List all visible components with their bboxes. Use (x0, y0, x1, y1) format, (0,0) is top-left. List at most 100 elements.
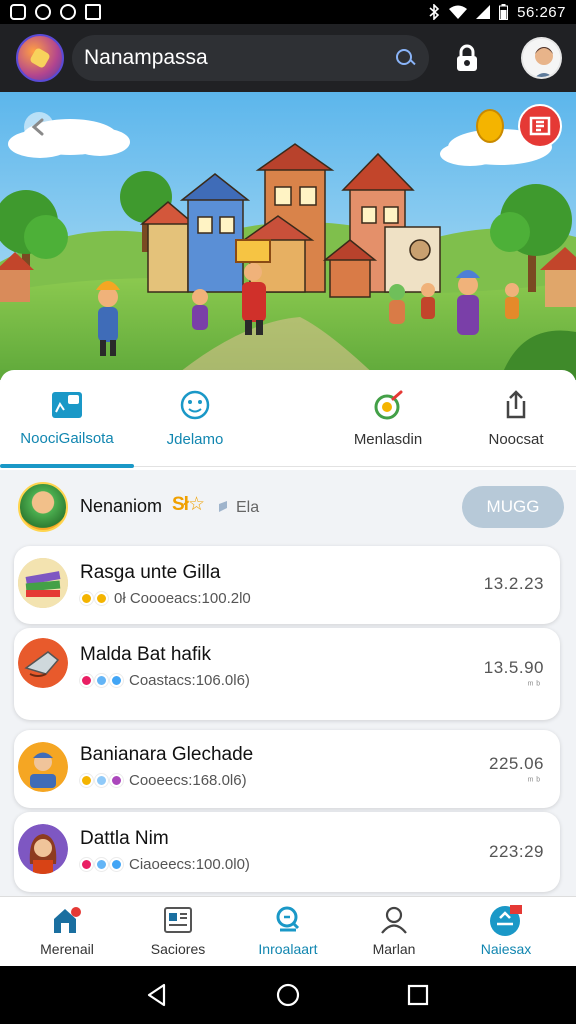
tab-divider (134, 466, 576, 467)
search-icon[interactable] (395, 48, 415, 68)
battery-icon (499, 4, 509, 20)
list-item[interactable]: Malda Bat hafik Coastacs:106.0l6) 13.5.9… (14, 628, 560, 720)
list-item-subtitle: Coastacs:106.0l6) (80, 672, 250, 689)
recents-icon[interactable] (405, 982, 431, 1008)
tabs-card: NoociGailsota Jdelamo Menlasdin Noocsat (0, 370, 576, 470)
tab-notes[interactable]: NoociGailsota (0, 370, 134, 466)
tab-share[interactable]: Noocsat (456, 370, 576, 466)
list-item[interactable]: Dattla Nim Ciaoeecs:100.0l0) 223:29 (14, 812, 560, 892)
user-name: Nenaniom (80, 496, 163, 516)
list-item-note: ᵐ ᵇ (527, 776, 540, 787)
nav-label: Marlan (372, 941, 416, 957)
list-item-stats: Ciaoeecs:100.0l0) (129, 856, 250, 873)
list-item-stats: Cooeecs:168.0l6) (129, 772, 247, 789)
tab-label: NoociGailsota (20, 429, 114, 447)
bottom-nav: Merenail Saciores Inroalaart Marlan Naie… (0, 896, 576, 966)
list-item-title: Malda Bat hafik (80, 644, 211, 665)
app-bar: Nanampassa (0, 24, 576, 92)
nav-home[interactable]: Merenail (17, 903, 117, 957)
person-face-icon (523, 39, 561, 77)
nav-search[interactable]: Inroalaart (238, 903, 338, 957)
status-right: 56:267 (428, 4, 566, 21)
user-stars: Sł☆ (172, 494, 205, 515)
tab-faces[interactable]: Jdelamo (134, 370, 256, 466)
list-item-title: Rasga unte Gilla (80, 562, 221, 583)
back-icon[interactable] (144, 982, 170, 1008)
tab-compass[interactable]: Menlasdin (328, 370, 448, 466)
profile-row[interactable]: Nenaniom Sł☆ Ela MUGG (0, 474, 576, 540)
rating-dot (110, 858, 123, 871)
user-avatar[interactable] (18, 482, 68, 532)
list-item[interactable]: Banianara Glechade Cooeecs:168.0l6) 225.… (14, 730, 560, 808)
user-subtitle: Ela (236, 499, 260, 516)
face-icon (180, 390, 210, 419)
nav-label: Inroalaart (258, 941, 318, 957)
rating-dot (80, 674, 93, 687)
list-item-subtitle: 0ł Coooeacs:100.2l0 (80, 590, 251, 607)
nav-label: Naiesax (480, 941, 532, 957)
coin-icon[interactable] (476, 109, 504, 143)
list-item-value: 13.2.23 (483, 574, 544, 593)
search-bar[interactable]: Nanampassa (72, 35, 429, 81)
nav-profile[interactable]: Marlan (344, 903, 444, 957)
nav-label: Merenail (40, 941, 94, 957)
list-item-subtitle: Ciaoeecs:100.0l0) (80, 856, 250, 873)
bluetooth-icon (429, 4, 440, 20)
list-item-avatar (18, 824, 68, 874)
nav-label: Saciores (150, 941, 206, 957)
list-item-stats: Coastacs:106.0l6) (129, 672, 250, 689)
compass-icon (374, 390, 403, 419)
gallery-icon (10, 4, 26, 20)
lock-button[interactable] (451, 41, 484, 75)
note-icon (52, 391, 82, 418)
rating-dot (110, 774, 123, 787)
fish-icon (18, 638, 68, 688)
profile-action-button[interactable]: MUGG (462, 486, 564, 528)
signal-icon (476, 5, 491, 19)
app-title: Nanampassa (84, 46, 208, 69)
nav-cart[interactable]: Naiesax (456, 903, 556, 957)
list-item-note: ᵐ ᵇ (527, 680, 540, 691)
book-icon (18, 558, 68, 608)
status-bar: 56:267 (0, 0, 576, 24)
tab-label: Menlasdin (353, 430, 423, 448)
rating-dot (95, 674, 108, 687)
app-logo[interactable] (16, 34, 64, 82)
tab-label: Noocsat (488, 430, 544, 448)
rating-dot (95, 774, 108, 787)
hand-icon (219, 501, 227, 512)
list-item-avatar (18, 638, 68, 688)
mail-icon (85, 4, 101, 20)
system-nav-bar (0, 966, 576, 1024)
nav-news[interactable]: Saciores (128, 903, 228, 957)
rating-dot (80, 774, 93, 787)
person-icon (376, 903, 412, 937)
tab-label: Jdelamo (166, 430, 224, 448)
profile-avatar[interactable] (521, 37, 562, 79)
rating-dot (110, 674, 123, 687)
list-item-stats: 0ł Coooeacs:100.2l0 (114, 590, 251, 607)
person-avatar-icon (18, 742, 68, 792)
list-item-title: Banianara Glechade (80, 744, 254, 765)
home-icon (49, 903, 85, 937)
list-item-value: 13.5.90 (483, 658, 544, 677)
rating-dot (95, 592, 108, 605)
active-tab-indicator (0, 464, 134, 468)
status-left (10, 4, 101, 20)
list-item-avatar (18, 558, 68, 608)
woman-avatar-icon (18, 824, 68, 874)
sync-icon (60, 4, 76, 20)
back-button[interactable] (24, 112, 54, 142)
wifi-icon (449, 5, 468, 19)
share-icon (506, 389, 526, 418)
home-circle-icon[interactable] (275, 982, 301, 1008)
news-icon (160, 903, 196, 937)
lock-icon (457, 44, 478, 71)
rating-dot (80, 858, 93, 871)
list-item-subtitle: Cooeecs:168.0l6) (80, 772, 247, 789)
gift-badge-icon (529, 116, 551, 136)
whatsapp-icon (35, 4, 51, 20)
list-item[interactable]: Rasga unte Gilla 0ł Coooeacs:100.2l0 13.… (14, 546, 560, 624)
rating-dot (80, 592, 93, 605)
gift-badge-button[interactable] (518, 104, 562, 148)
